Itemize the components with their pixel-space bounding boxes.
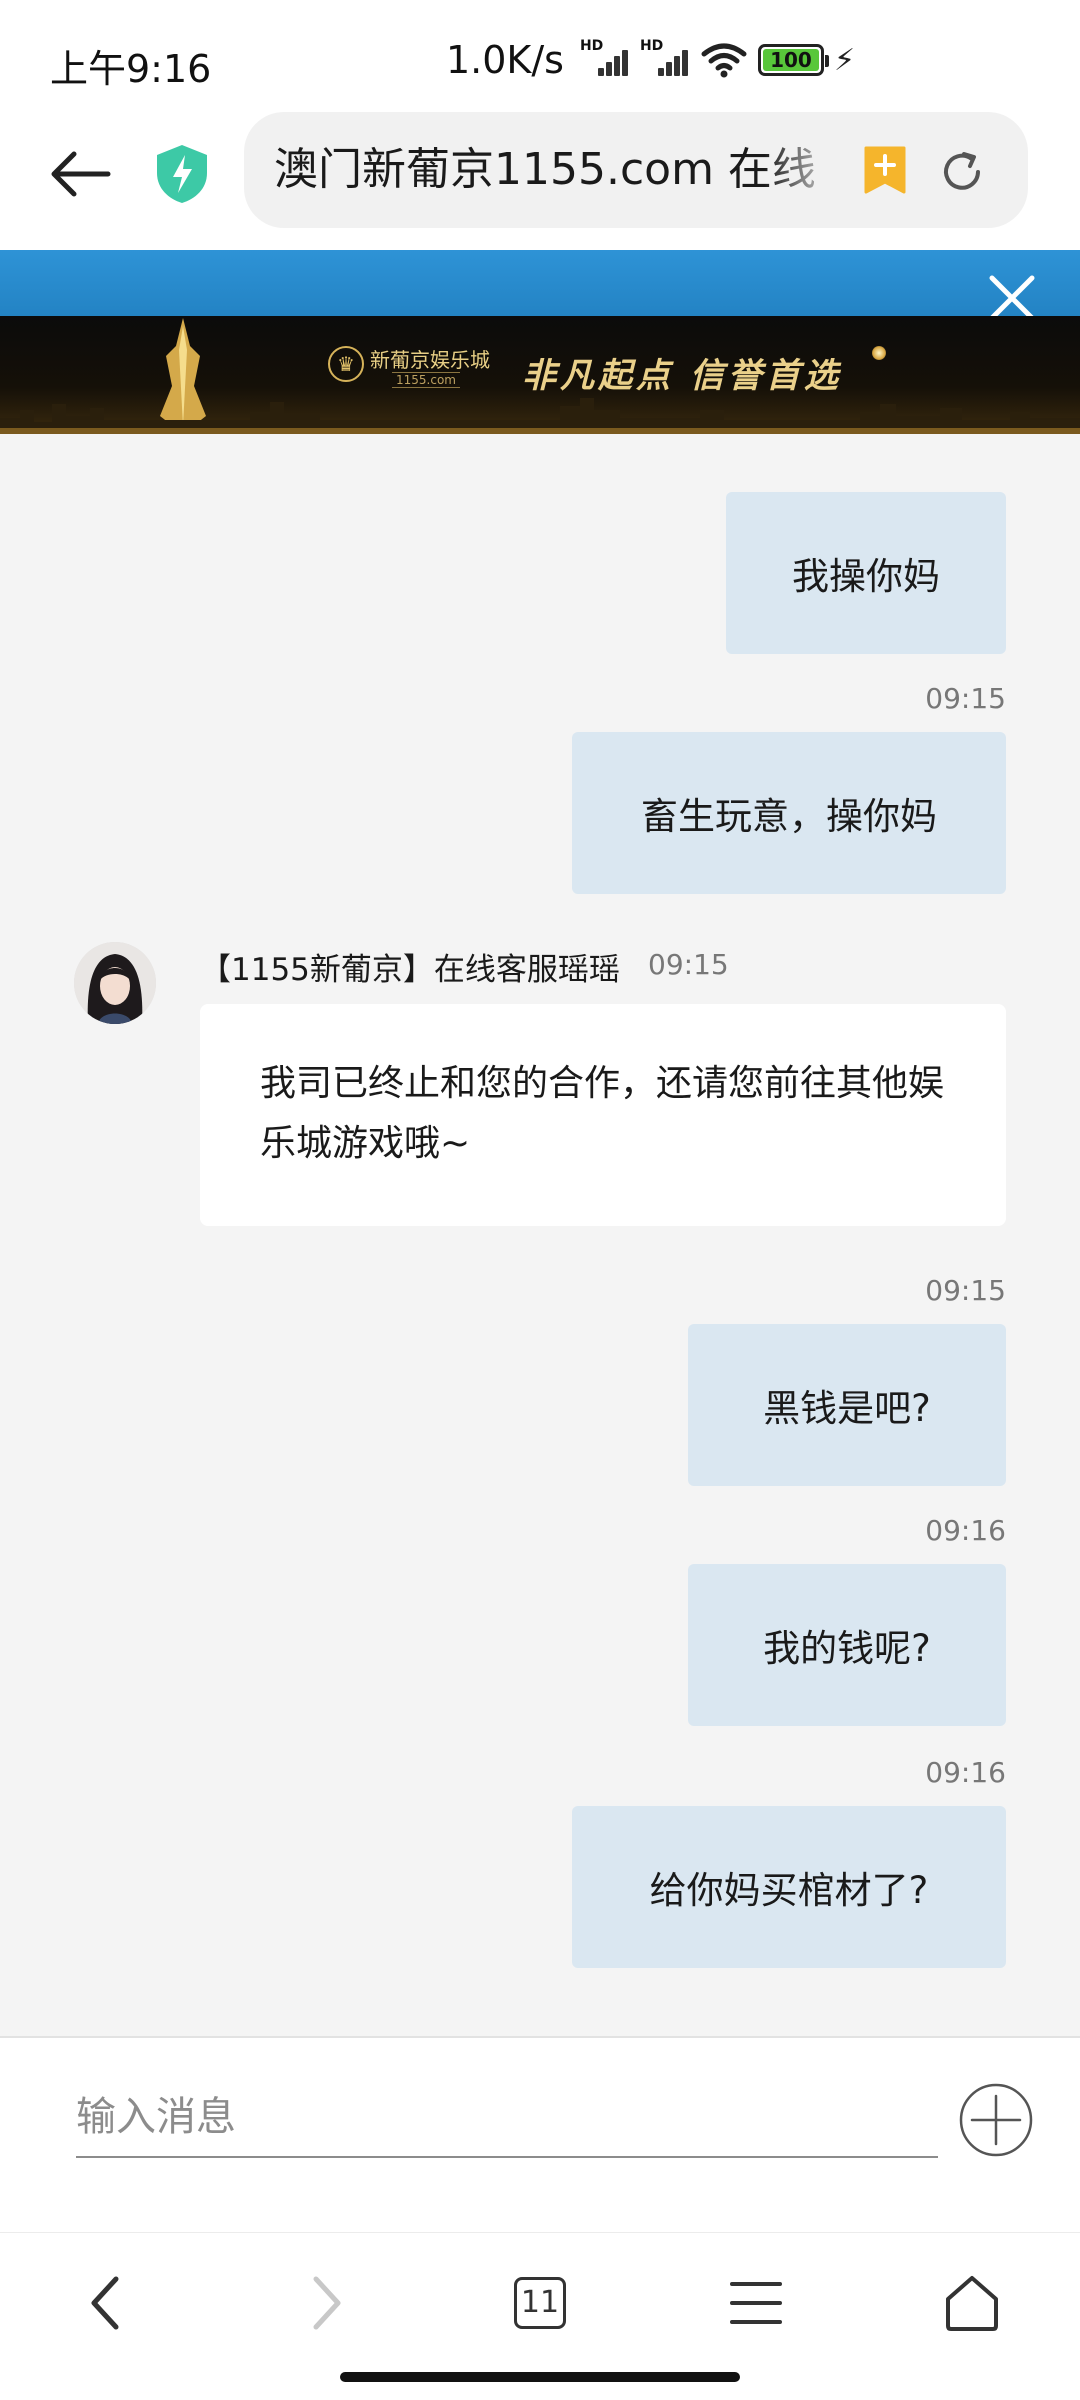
menu-icon bbox=[730, 2282, 782, 2324]
shield-bolt-icon bbox=[157, 145, 207, 203]
home-icon bbox=[946, 2276, 998, 2331]
message-composer bbox=[0, 2036, 1080, 2232]
home-button[interactable] bbox=[932, 2263, 1012, 2343]
add-attachment-button[interactable] bbox=[958, 2082, 1034, 2158]
message-input[interactable] bbox=[76, 2078, 938, 2158]
wifi-icon bbox=[701, 43, 747, 78]
brand-logo-icon: ♛ bbox=[328, 346, 364, 382]
agent-message-time: 09:15 bbox=[648, 948, 729, 981]
status-indicators: 1.0K/s HD HD 100 ⚡ bbox=[446, 38, 855, 82]
chat-thread[interactable]: 我操你妈 09:15 畜生玩意，操你妈 【1155新葡京】在线客服瑶瑶 09:1… bbox=[0, 434, 1080, 2036]
status-time: 上午9:16 bbox=[50, 47, 212, 91]
banner-top-band bbox=[0, 250, 1080, 316]
outgoing-message[interactable]: 我的钱呢? bbox=[688, 1564, 1006, 1726]
outgoing-message[interactable]: 我操你妈 bbox=[726, 492, 1006, 654]
charging-icon: ⚡ bbox=[833, 42, 856, 78]
reload-icon[interactable] bbox=[938, 148, 986, 196]
browser-toolbar: 澳门新葡京1155.com 在线 bbox=[0, 112, 1080, 250]
battery-icon: 100 bbox=[757, 44, 829, 76]
avatar-portrait-icon bbox=[74, 942, 156, 1024]
security-shield-button[interactable] bbox=[152, 138, 212, 210]
arrow-left-icon bbox=[51, 151, 111, 197]
message-time: 09:16 bbox=[925, 1514, 1006, 1547]
back-button[interactable] bbox=[44, 138, 116, 210]
signal-2-icon: HD bbox=[640, 38, 690, 80]
nav-forward-button[interactable] bbox=[286, 2263, 366, 2343]
brand-name: 新葡京娱乐城 bbox=[370, 348, 490, 372]
bookmark-add-icon[interactable] bbox=[862, 144, 908, 196]
battery-level: 100 bbox=[762, 49, 819, 71]
message-time: 09:15 bbox=[925, 682, 1006, 715]
message-time: 09:15 bbox=[925, 1274, 1006, 1307]
status-bar: 上午9:16 1.0K/s HD HD 100 ⚡ bbox=[0, 0, 1080, 112]
agent-name: 【1155新葡京】在线客服瑶瑶 bbox=[200, 952, 620, 988]
ad-banner[interactable]: ♛ 新葡京娱乐城 1155.com 非凡起点 信誉首选 bbox=[0, 316, 1080, 434]
chevron-left-icon bbox=[91, 2276, 119, 2330]
chevron-right-icon bbox=[313, 2276, 341, 2330]
tabs-icon: 11 bbox=[514, 2277, 566, 2329]
tab-count: 11 bbox=[514, 2277, 566, 2329]
tabs-button[interactable]: 11 bbox=[500, 2263, 580, 2343]
home-indicator[interactable] bbox=[340, 2372, 740, 2382]
network-speed: 1.0K/s bbox=[446, 38, 564, 82]
url-text[interactable]: 澳门新葡京1155.com 在线 bbox=[274, 142, 814, 198]
outgoing-message[interactable]: 给你妈买棺材了? bbox=[572, 1806, 1006, 1968]
outgoing-message[interactable]: 畜生玩意，操你妈 bbox=[572, 732, 1006, 894]
message-time: 09:16 bbox=[925, 1756, 1006, 1789]
address-bar[interactable]: 澳门新葡京1155.com 在线 bbox=[244, 112, 1028, 228]
incoming-message[interactable]: 我司已终止和您的合作，还请您前往其他娱乐城游戏哦~ bbox=[200, 1004, 1006, 1226]
agent-avatar[interactable] bbox=[74, 942, 156, 1024]
banner-slogan: 非凡起点 信誉首选 bbox=[522, 356, 842, 396]
nav-back-button[interactable] bbox=[66, 2263, 146, 2343]
signal-1-icon: HD bbox=[580, 38, 630, 80]
menu-button[interactable] bbox=[716, 2263, 796, 2343]
sparkle-icon bbox=[872, 346, 886, 360]
brand-domain: 1155.com bbox=[392, 372, 460, 388]
outgoing-message[interactable]: 黑钱是吧? bbox=[688, 1324, 1006, 1486]
